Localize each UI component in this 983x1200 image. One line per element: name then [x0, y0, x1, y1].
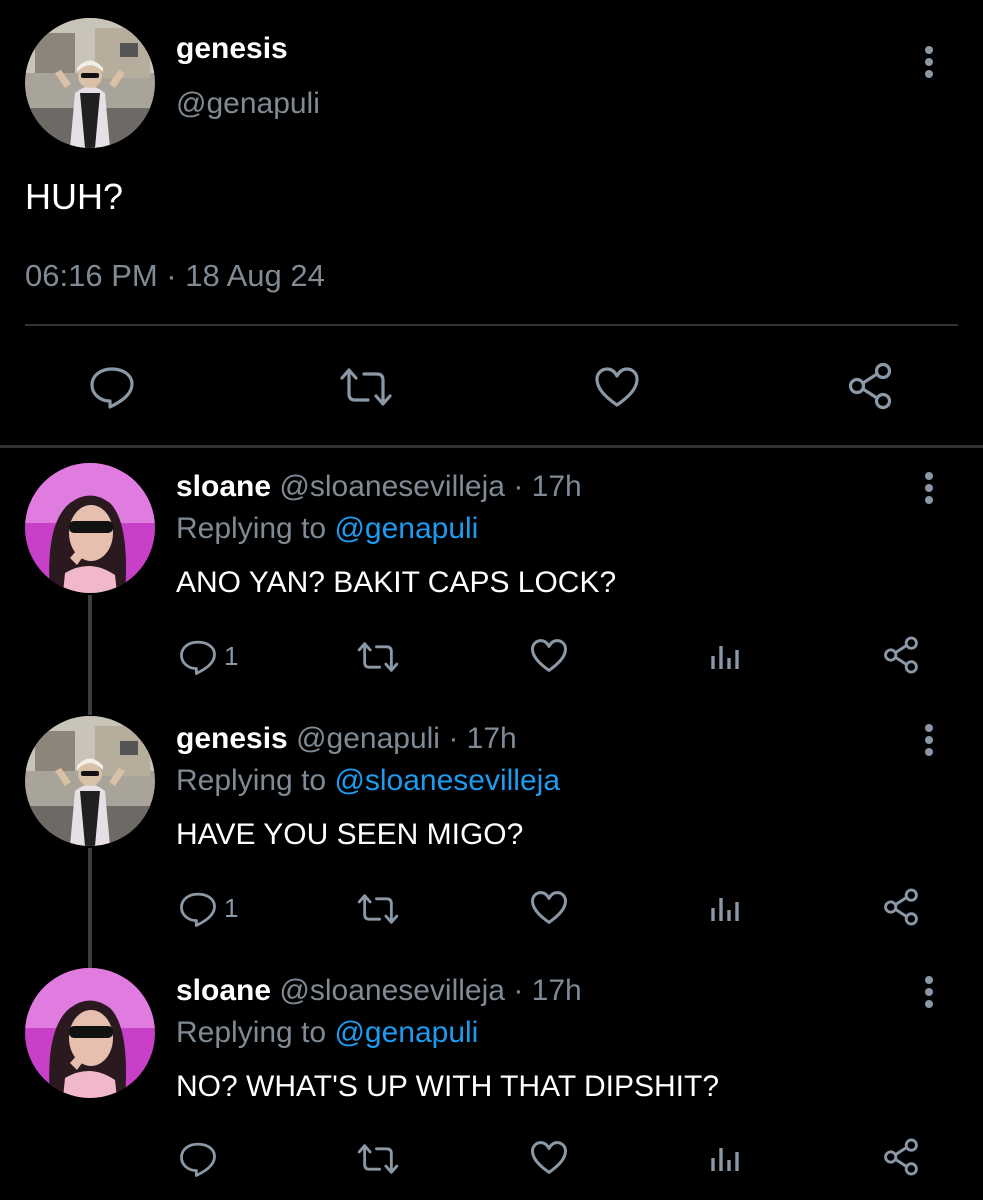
author-handle[interactable]: @genapuli [296, 722, 440, 755]
share-icon[interactable] [846, 362, 894, 410]
replying-to-link[interactable]: @sloanesevilleja [334, 764, 560, 797]
heart-icon[interactable] [530, 890, 568, 925]
author-handle[interactable]: @sloanesevilleja [279, 470, 505, 503]
tweet-age: · 17h [448, 722, 517, 755]
share-icon[interactable] [882, 1138, 920, 1176]
heart-icon[interactable] [530, 638, 568, 673]
retweet-icon[interactable] [356, 640, 400, 674]
author-handle[interactable]: @sloanesevilleja [279, 974, 505, 1007]
retweet-icon[interactable] [356, 892, 400, 926]
more-options-icon[interactable] [922, 724, 936, 760]
replying-to-label: Replying to [176, 1016, 335, 1049]
thread-line [88, 595, 92, 715]
thread-line [88, 848, 92, 968]
more-options-icon[interactable] [922, 976, 936, 1012]
reply-count: 1 [224, 641, 239, 671]
tweet-text: HUH? [25, 176, 124, 217]
reply-icon[interactable] [178, 638, 218, 676]
retweet-icon[interactable] [338, 366, 394, 408]
author-name[interactable]: sloane [176, 974, 271, 1007]
author-handle[interactable]: @genapuli [176, 87, 320, 121]
replying-to-label: Replying to [176, 512, 335, 545]
tweet-text: ANO YAN? BAKIT CAPS LOCK? [176, 566, 617, 599]
replying-to-link[interactable]: @genapuli [334, 512, 478, 545]
analytics-icon[interactable] [710, 640, 742, 672]
tweet-age: · 17h [513, 974, 582, 1007]
heart-icon[interactable] [594, 366, 640, 408]
more-options-icon[interactable] [922, 472, 936, 508]
share-icon[interactable] [882, 636, 920, 674]
divider [25, 324, 958, 326]
tweet-timestamp: 06:16 PM · 18 Aug 24 [25, 258, 325, 293]
replying-to-label: Replying to [176, 764, 335, 797]
reply-count: 1 [224, 893, 239, 923]
more-options-icon[interactable] [922, 46, 936, 82]
avatar-sloane[interactable] [25, 968, 155, 1098]
tweet-text: NO? WHAT'S UP WITH THAT DIPSHIT? [176, 1070, 720, 1103]
avatar-genesis[interactable] [25, 18, 155, 148]
reply-icon[interactable] [88, 364, 136, 410]
divider [0, 445, 983, 448]
avatar-sloane[interactable] [25, 463, 155, 593]
reply-icon[interactable] [178, 890, 218, 928]
analytics-icon[interactable] [710, 892, 742, 924]
retweet-icon[interactable] [356, 1142, 400, 1176]
share-icon[interactable] [882, 888, 920, 926]
tweet-text: HAVE YOU SEEN MIGO? [176, 818, 524, 851]
avatar-genesis[interactable] [25, 716, 155, 846]
analytics-icon[interactable] [710, 1142, 742, 1174]
author-name[interactable]: genesis [176, 722, 288, 755]
tweet-age: · 17h [513, 470, 582, 503]
author-name[interactable]: sloane [176, 470, 271, 503]
heart-icon[interactable] [530, 1140, 568, 1175]
reply-icon[interactable] [178, 1140, 218, 1178]
author-name[interactable]: genesis [176, 32, 288, 66]
replying-to-link[interactable]: @genapuli [334, 1016, 478, 1049]
